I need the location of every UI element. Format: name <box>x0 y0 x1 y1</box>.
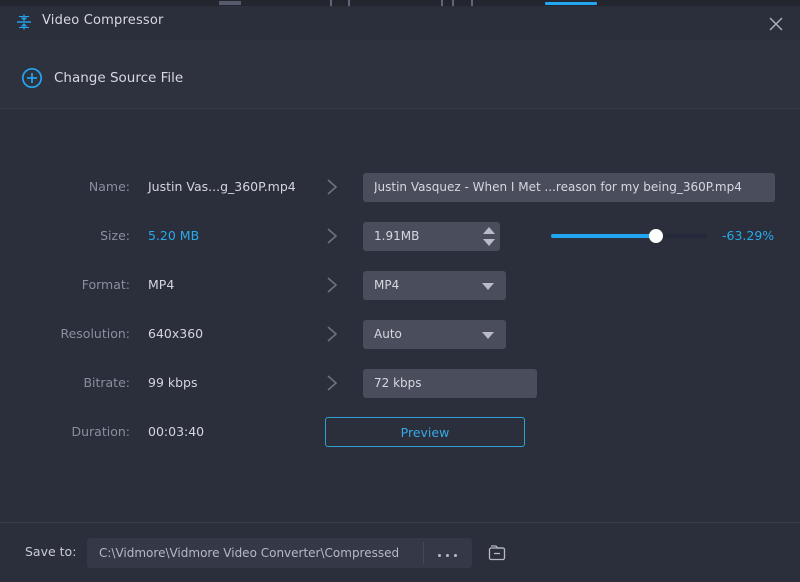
bitrate-source-value: 99 kbps <box>148 375 198 390</box>
row-format: Format: MP4 MP4 <box>0 270 800 300</box>
format-dropdown[interactable]: MP4 <box>363 271 506 300</box>
title-bar: Video Compressor <box>0 6 800 40</box>
chevron-right-icon <box>322 177 342 197</box>
duration-value: 00:03:40 <box>148 424 205 439</box>
video-compressor-window: Video Compressor Change Source File Name… <box>0 0 800 582</box>
bg-toolbar-icon-1 <box>219 1 241 5</box>
save-path-field[interactable]: C:\Vidmore\Vidmore Video Converter\Compr… <box>87 538 472 568</box>
plus-circle-icon[interactable] <box>21 67 43 89</box>
resolution-source-value: 640x360 <box>148 326 204 341</box>
resolution-dropdown-value: Auto <box>374 327 402 341</box>
ellipsis-icon[interactable] <box>423 538 472 568</box>
row-bitrate: Bitrate: 99 kbps <box>0 368 800 398</box>
size-reduction-percent: -63.29% <box>722 228 775 243</box>
save-to-label: Save to: <box>25 544 77 559</box>
bitrate-input[interactable] <box>363 369 537 398</box>
chevron-down-icon <box>482 283 494 290</box>
format-label: Format: <box>81 277 130 292</box>
folder-open-icon[interactable] <box>482 538 512 568</box>
save-path-text: C:\Vidmore\Vidmore Video Converter\Compr… <box>99 546 400 560</box>
change-source-file-button[interactable]: Change Source File <box>54 70 183 86</box>
chevron-right-icon <box>322 226 342 246</box>
window-title: Video Compressor <box>42 13 164 28</box>
chevron-right-icon <box>322 373 342 393</box>
format-dropdown-value: MP4 <box>374 278 400 292</box>
slider-handle[interactable] <box>648 229 663 243</box>
size-slider[interactable] <box>551 229 707 243</box>
resolution-label: Resolution: <box>60 326 130 341</box>
close-icon[interactable] <box>762 10 790 36</box>
row-duration: Duration: 00:03:40 Preview <box>0 417 800 447</box>
chevron-right-icon <box>322 324 342 344</box>
row-name: Name: Justin Vas...g_360P.mp4 <box>0 172 800 202</box>
compression-settings-form: Name: Justin Vas...g_360P.mp4 Size: 5.20… <box>0 109 800 522</box>
row-resolution: Resolution: 640x360 Auto <box>0 319 800 349</box>
chevron-right-icon <box>322 275 342 295</box>
compress-icon <box>14 12 34 32</box>
preview-button[interactable]: Preview <box>325 417 525 447</box>
bg-active-tab-underline <box>545 2 597 5</box>
chevron-down-icon <box>482 332 494 339</box>
bottom-bar: Save to: C:\Vidmore\Vidmore Video Conver… <box>0 522 800 582</box>
change-source-file-bar: Change Source File <box>0 40 800 109</box>
format-source-value: MP4 <box>148 277 175 292</box>
size-label: Size: <box>100 228 130 243</box>
resolution-dropdown[interactable]: Auto <box>363 320 506 349</box>
bitrate-label: Bitrate: <box>83 375 130 390</box>
name-source-value: Justin Vas...g_360P.mp4 <box>148 179 296 194</box>
name-label: Name: <box>88 179 130 194</box>
size-source-value: 5.20 MB <box>148 228 200 243</box>
size-stepper[interactable] <box>480 225 498 248</box>
duration-label: Duration: <box>71 424 130 439</box>
name-input[interactable] <box>363 173 775 202</box>
slider-fill <box>551 234 656 238</box>
row-size: Size: 5.20 MB -63.29% <box>0 221 800 251</box>
